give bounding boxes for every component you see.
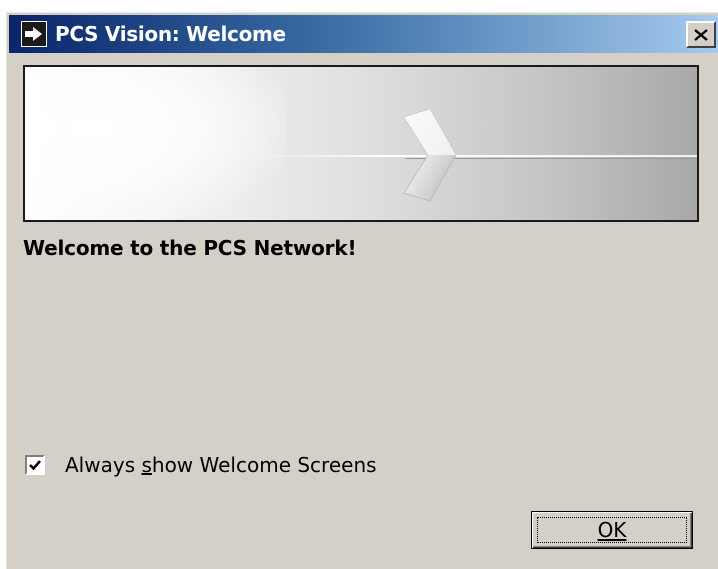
close-icon (694, 28, 708, 41)
welcome-banner-image (23, 65, 699, 222)
window-title: PCS Vision: Welcome (55, 22, 286, 46)
always-show-label[interactable]: Always show Welcome Screens (65, 453, 377, 477)
close-button[interactable] (686, 21, 716, 48)
checkmark-icon (29, 460, 41, 471)
welcome-heading: Welcome to the PCS Network! (23, 236, 357, 260)
title-bar[interactable]: PCS Vision: Welcome (9, 15, 718, 53)
ok-button[interactable]: OK (531, 511, 693, 549)
always-show-option[interactable]: Always show Welcome Screens (25, 453, 377, 477)
always-show-checkbox[interactable] (25, 455, 45, 475)
chevron-right-icon (403, 109, 457, 202)
app-arrow-icon (21, 21, 47, 47)
ok-button-label: OK (597, 518, 627, 542)
welcome-dialog: PCS Vision: Welcome Welcome to the PCS N… (6, 12, 718, 569)
